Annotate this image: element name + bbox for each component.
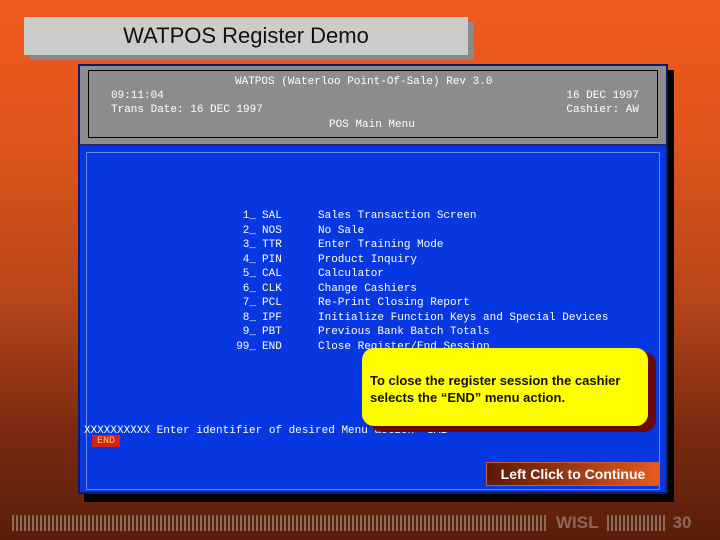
menu-item-code: NOS — [262, 224, 282, 237]
menu-item-number: 5_ — [242, 268, 256, 280]
terminal-header: WATPOS (Waterloo Point-Of-Sale) Rev 3.0 … — [80, 66, 666, 146]
menu-item-code: IPF — [262, 311, 282, 324]
menu-action-input[interactable]: END — [92, 435, 120, 447]
barcode-decoration-right — [606, 515, 665, 531]
callout-note: To close the register session the cashie… — [362, 348, 648, 426]
menu-item-code: PCL — [262, 297, 282, 309]
menu-item-number: 99_ — [236, 340, 256, 353]
footer-brand: WISL — [556, 513, 599, 532]
menu-item-label: Calculator — [318, 268, 385, 280]
menu-item-label: Change Cashiers — [318, 282, 418, 295]
menu-item-code: SAL — [262, 210, 282, 222]
menu-item-number: 2_ — [242, 224, 256, 237]
menu-item-number: 4_ — [242, 253, 256, 266]
slide-title: WATPOS Register Demo — [24, 17, 468, 55]
menu-item-sal[interactable]: 1_ SAL Sales Transaction Screen — [210, 209, 477, 223]
menu-item-label: Previous Bank Batch Totals — [318, 326, 490, 338]
menu-item-code: CLK — [262, 282, 282, 295]
menu-item-cal[interactable]: 5_ CAL Calculator — [210, 267, 384, 281]
menu-item-code: PBT — [262, 326, 282, 338]
time-display: 09:11:04 — [111, 90, 164, 102]
continue-button[interactable]: Left Click to Continue — [486, 462, 660, 486]
cashier-display: Cashier: AW — [566, 104, 639, 116]
menu-item-label: Re-Print Closing Report — [318, 297, 470, 309]
menu-item-code: END — [262, 340, 282, 353]
menu-item-pcl[interactable]: 7_ PCL Re-Print Closing Report — [210, 296, 470, 310]
menu-item-pin[interactable]: 4_ PIN Product Inquiry — [210, 253, 417, 267]
menu-item-number: 8_ — [242, 311, 256, 324]
menu-item-label: Initialize Function Keys and Special Dev… — [318, 311, 609, 324]
menu-item-number: 9_ — [242, 326, 256, 338]
menu-item-ipf[interactable]: 8_ IPF Initialize Function Keys and Specia… — [210, 311, 609, 325]
menu-item-clk[interactable]: 6_ CLK Change Cashiers — [210, 282, 417, 296]
menu-item-label: No Sale — [318, 224, 365, 237]
slide-footer: WISL 30 — [12, 512, 712, 534]
barcode-decoration-left — [12, 515, 548, 531]
menu-item-number: 7_ — [242, 297, 256, 309]
menu-item-ttr[interactable]: 3_ TTR Enter Training Mode — [210, 238, 444, 252]
menu-item-label: Product Inquiry — [318, 253, 418, 266]
menu-item-number: 6_ — [242, 282, 256, 295]
menu-item-label: Enter Training Mode — [318, 239, 444, 251]
trans-date: Trans Date: 16 DEC 1997 — [111, 104, 263, 116]
menu-item-code: PIN — [262, 253, 282, 266]
menu-item-label: Sales Transaction Screen — [318, 210, 477, 222]
page-number: 30 — [672, 513, 692, 532]
menu-item-number: 3_ — [242, 239, 256, 251]
menu-item-code: TTR — [262, 239, 282, 251]
header-frame: WATPOS (Waterloo Point-Of-Sale) Rev 3.0 … — [88, 70, 658, 138]
date-display: 16 DEC 1997 — [566, 90, 639, 102]
menu-title: POS Main Menu — [329, 119, 415, 131]
menu-item-code: CAL — [262, 268, 282, 280]
app-title: WATPOS (Waterloo Point-Of-Sale) Rev 3.0 — [235, 76, 493, 88]
menu-item-nos[interactable]: 2_ NOS No Sale — [210, 224, 364, 238]
menu-item-pbt[interactable]: 9_ PBT Previous Bank Batch Totals — [210, 325, 490, 339]
menu-item-number: 1_ — [242, 210, 256, 222]
